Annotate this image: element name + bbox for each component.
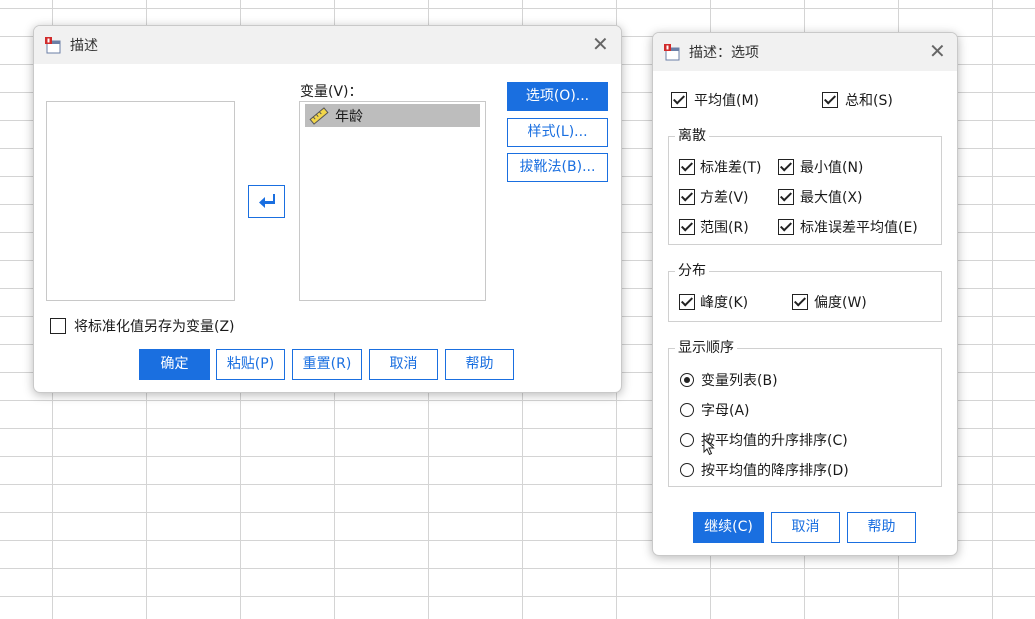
paste-button[interactable]: 粘贴(P) xyxy=(216,349,285,380)
selected-variable-list[interactable]: 年龄 xyxy=(299,101,486,301)
range-checkbox[interactable] xyxy=(679,219,695,235)
options-button[interactable]: 选项(O)... xyxy=(507,82,608,111)
std-dev-label: 标准差(T) xyxy=(700,160,762,176)
list-item[interactable]: 年龄 xyxy=(305,104,480,127)
std-dev-checkbox[interactable] xyxy=(679,159,695,175)
app-icon xyxy=(664,44,680,61)
maximum-checkbox[interactable] xyxy=(778,189,794,205)
sum-label: 总和(S) xyxy=(845,93,893,109)
cancel-button[interactable]: 取消 xyxy=(369,349,438,380)
order-descending-mean-radio[interactable] xyxy=(680,463,694,477)
se-mean-checkbox[interactable] xyxy=(778,219,794,235)
range-label: 范围(R) xyxy=(700,220,749,236)
order-variable-list-radio[interactable] xyxy=(680,373,694,387)
variables-label: 变量(V)： xyxy=(300,84,363,100)
variance-label: 方差(V) xyxy=(700,190,749,206)
variable-name: 年龄 xyxy=(335,109,363,125)
close-icon[interactable]: ✕ xyxy=(592,34,609,54)
scale-ruler-icon xyxy=(309,107,329,125)
help-button[interactable]: 帮助 xyxy=(847,512,916,543)
dialog-title: 描述：选项 xyxy=(689,45,759,61)
save-standardized-checkbox[interactable] xyxy=(50,318,66,334)
order-descending-mean-label: 按平均值的降序排序(D) xyxy=(701,463,849,479)
reset-button[interactable]: 重置(R) xyxy=(292,349,362,380)
order-alphabetic-radio[interactable] xyxy=(680,403,694,417)
style-button[interactable]: 样式(L)... xyxy=(507,118,608,147)
minimum-label: 最小值(N) xyxy=(800,160,864,176)
help-button[interactable]: 帮助 xyxy=(445,349,514,380)
display-order-title: 显示顺序 xyxy=(675,337,737,357)
skewness-label: 偏度(W) xyxy=(814,295,867,311)
mean-checkbox[interactable] xyxy=(671,92,687,108)
app-icon xyxy=(45,37,61,54)
variance-checkbox[interactable] xyxy=(679,189,695,205)
close-icon[interactable]: ✕ xyxy=(929,41,946,61)
source-variable-list[interactable] xyxy=(46,101,235,301)
distribution-title: 分布 xyxy=(675,260,709,280)
sum-checkbox[interactable] xyxy=(822,92,838,108)
se-mean-label: 标准误差平均值(E) xyxy=(800,220,918,236)
arrow-left-icon xyxy=(258,194,275,208)
mouse-cursor-icon xyxy=(703,438,715,456)
order-ascending-mean-radio[interactable] xyxy=(680,433,694,447)
dispersion-group: 离散 标准差(T) 最小值(N) 方差(V) 最大值(X) 范围(R) 标准误差… xyxy=(668,125,942,245)
distribution-group: 分布 峰度(K) 偏度(W) xyxy=(668,260,942,322)
minimum-checkbox[interactable] xyxy=(778,159,794,175)
ok-button[interactable]: 确定 xyxy=(139,349,210,380)
maximum-label: 最大值(X) xyxy=(800,190,863,206)
cancel-button[interactable]: 取消 xyxy=(771,512,840,543)
dispersion-title: 离散 xyxy=(675,125,709,145)
title-bar: 描述：选项 ✕ xyxy=(653,33,957,71)
order-variable-list-label: 变量列表(B) xyxy=(701,373,778,389)
skewness-checkbox[interactable] xyxy=(792,294,808,310)
order-ascending-mean-label: 按平均值的升序排序(C) xyxy=(701,433,848,449)
save-standardized-label: 将标准化值另存为变量(Z) xyxy=(74,319,235,335)
move-variable-button[interactable] xyxy=(248,185,285,218)
bootstrap-button[interactable]: 拔靴法(B)... xyxy=(507,153,608,182)
options-dialog: 描述：选项 ✕ 平均值(M) 总和(S) 离散 标准差(T) 最小值(N) 方差… xyxy=(652,32,958,556)
continue-button[interactable]: 继续(C) xyxy=(693,512,764,543)
describe-dialog: 描述 ✕ 变量(V)： 年龄 选项(O)... 样式(L)... 拔靴法(B).… xyxy=(33,25,622,393)
dialog-title: 描述 xyxy=(70,38,98,54)
title-bar: 描述 ✕ xyxy=(34,26,621,64)
kurtosis-label: 峰度(K) xyxy=(700,295,749,311)
display-order-group: 显示顺序 变量列表(B) 字母(A) 按平均值的升序排序(C) 按平均值的降序排… xyxy=(668,337,942,487)
order-alphabetic-label: 字母(A) xyxy=(701,403,750,419)
mean-label: 平均值(M) xyxy=(694,93,760,109)
kurtosis-checkbox[interactable] xyxy=(679,294,695,310)
